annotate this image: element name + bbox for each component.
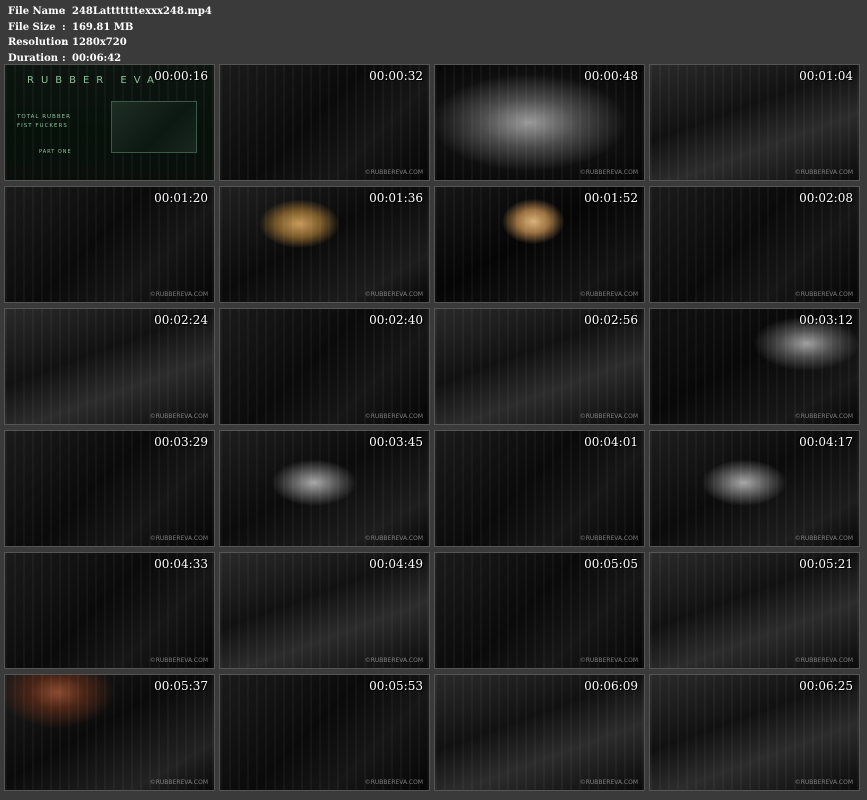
title-card-line: TOTAL RUBBER xyxy=(17,114,71,120)
thumbnail-timestamp: 00:04:33 xyxy=(154,557,208,571)
watermark: ©RUBBEREVA.COM xyxy=(579,535,638,542)
resolution-label: Resolution xyxy=(8,37,69,48)
title-card-logo: RUBBER EVA xyxy=(27,75,161,86)
video-thumbnail[interactable]: ©RUBBEREVA.COM 00:05:05 xyxy=(434,552,645,669)
thumbnail-grid: RUBBER EVA TOTAL RUBBER FIST FUCKERS PART O… xyxy=(4,64,860,791)
watermark: ©RUBBEREVA.COM xyxy=(794,413,853,420)
video-thumbnail[interactable]: ©RUBBEREVA.COM 00:05:37 xyxy=(4,674,215,791)
title-card-lines: TOTAL RUBBER FIST FUCKERS xyxy=(17,113,71,131)
watermark: ©RUBBEREVA.COM xyxy=(364,657,423,664)
thumbnail-timestamp: 00:03:29 xyxy=(154,435,208,449)
video-thumbnail[interactable]: ©RUBBEREVA.COM 00:01:04 xyxy=(649,64,860,181)
watermark: ©RUBBEREVA.COM xyxy=(149,779,208,786)
watermark: ©RUBBEREVA.COM xyxy=(579,779,638,786)
thumbnail-timestamp: 00:03:12 xyxy=(799,313,853,327)
file-name-label: File Name xyxy=(8,6,66,17)
thumbnail-timestamp: 00:04:17 xyxy=(799,435,853,449)
file-size-value: 169.81 MB xyxy=(72,21,134,33)
thumbnail-timestamp: 00:05:37 xyxy=(154,679,208,693)
watermark: ©RUBBEREVA.COM xyxy=(149,291,208,298)
file-info-panel: File Name : 248Latttttttexxx248.mp4 File… xyxy=(8,4,212,66)
file-size-separator: : xyxy=(62,21,66,33)
title-card-image xyxy=(111,101,197,153)
thumbnail-timestamp: 00:00:16 xyxy=(154,69,208,83)
thumbnail-timestamp: 00:01:36 xyxy=(369,191,423,205)
resolution-separator: : xyxy=(62,37,66,48)
video-thumbnail[interactable]: ©RUBBEREVA.COM 00:02:24 xyxy=(4,308,215,425)
watermark: ©RUBBEREVA.COM xyxy=(364,169,423,176)
thumbnail-timestamp: 00:02:56 xyxy=(584,313,638,327)
video-thumbnail[interactable]: ©RUBBEREVA.COM 00:03:12 xyxy=(649,308,860,425)
watermark: ©RUBBEREVA.COM xyxy=(364,779,423,786)
video-thumbnail[interactable]: ©RUBBEREVA.COM 00:01:20 xyxy=(4,186,215,303)
file-size-label: File Size xyxy=(8,21,56,33)
video-thumbnail[interactable]: ©RUBBEREVA.COM 00:05:21 xyxy=(649,552,860,669)
watermark: ©RUBBEREVA.COM xyxy=(579,169,638,176)
watermark: ©RUBBEREVA.COM xyxy=(794,535,853,542)
watermark: ©RUBBEREVA.COM xyxy=(364,413,423,420)
video-thumbnail[interactable]: ©RUBBEREVA.COM 00:04:33 xyxy=(4,552,215,669)
watermark: ©RUBBEREVA.COM xyxy=(794,169,853,176)
watermark: ©RUBBEREVA.COM xyxy=(364,291,423,298)
video-thumbnail[interactable]: ©RUBBEREVA.COM 00:00:32 xyxy=(219,64,430,181)
video-thumbnail[interactable]: ©RUBBEREVA.COM 00:02:56 xyxy=(434,308,645,425)
watermark: ©RUBBEREVA.COM xyxy=(794,291,853,298)
video-thumbnail[interactable]: ©RUBBEREVA.COM 00:04:49 xyxy=(219,552,430,669)
video-thumbnail[interactable]: RUBBER EVA TOTAL RUBBER FIST FUCKERS PART O… xyxy=(4,64,215,181)
title-card-line: FIST FUCKERS xyxy=(17,123,68,129)
watermark: ©RUBBEREVA.COM xyxy=(149,535,208,542)
thumbnail-timestamp: 00:06:09 xyxy=(584,679,638,693)
thumbnail-timestamp: 00:01:20 xyxy=(154,191,208,205)
file-name-value: 248Latttttttexxx248.mp4 xyxy=(72,6,212,17)
video-thumbnail[interactable]: ©RUBBEREVA.COM 00:00:48 xyxy=(434,64,645,181)
video-thumbnail[interactable]: ©RUBBEREVA.COM 00:01:52 xyxy=(434,186,645,303)
video-thumbnail[interactable]: ©RUBBEREVA.COM 00:06:25 xyxy=(649,674,860,791)
video-thumbnail[interactable]: ©RUBBEREVA.COM 00:03:45 xyxy=(219,430,430,547)
video-thumbnail[interactable]: ©RUBBEREVA.COM 00:04:01 xyxy=(434,430,645,547)
watermark: ©RUBBEREVA.COM xyxy=(149,657,208,664)
watermark: ©RUBBEREVA.COM xyxy=(794,657,853,664)
thumbnail-timestamp: 00:05:21 xyxy=(799,557,853,571)
file-name-row: File Name : 248Latttttttexxx248.mp4 xyxy=(8,4,212,20)
video-thumbnail[interactable]: ©RUBBEREVA.COM 00:05:53 xyxy=(219,674,430,791)
video-thumbnail[interactable]: ©RUBBEREVA.COM 00:02:08 xyxy=(649,186,860,303)
thumbnail-timestamp: 00:01:04 xyxy=(799,69,853,83)
video-thumbnail[interactable]: ©RUBBEREVA.COM 00:03:29 xyxy=(4,430,215,547)
watermark: ©RUBBEREVA.COM xyxy=(364,535,423,542)
file-name-separator: : xyxy=(62,6,66,17)
file-size-row: File Size : 169.81 MB xyxy=(8,20,212,36)
watermark: ©RUBBEREVA.COM xyxy=(579,291,638,298)
thumbnail-timestamp: 00:00:32 xyxy=(369,69,423,83)
video-thumbnail[interactable]: ©RUBBEREVA.COM 00:02:40 xyxy=(219,308,430,425)
resolution-value: 1280x720 xyxy=(72,37,127,48)
watermark: ©RUBBEREVA.COM xyxy=(149,413,208,420)
title-card-part: PART ONE xyxy=(39,149,72,155)
thumbnail-timestamp: 00:02:08 xyxy=(799,191,853,205)
watermark: ©RUBBEREVA.COM xyxy=(794,779,853,786)
thumbnail-timestamp: 00:01:52 xyxy=(584,191,638,205)
thumbnail-timestamp: 00:04:49 xyxy=(369,557,423,571)
thumbnail-timestamp: 00:05:05 xyxy=(584,557,638,571)
thumbnail-timestamp: 00:05:53 xyxy=(369,679,423,693)
thumbnail-timestamp: 00:06:25 xyxy=(799,679,853,693)
resolution-row: Resolution : 1280x720 xyxy=(8,35,212,51)
thumbnail-timestamp: 00:02:40 xyxy=(369,313,423,327)
thumbnail-timestamp: 00:03:45 xyxy=(369,435,423,449)
thumbnail-timestamp: 00:02:24 xyxy=(154,313,208,327)
video-thumbnail[interactable]: ©RUBBEREVA.COM 00:04:17 xyxy=(649,430,860,547)
video-thumbnail[interactable]: ©RUBBEREVA.COM 00:01:36 xyxy=(219,186,430,303)
thumbnail-timestamp: 00:00:48 xyxy=(584,69,638,83)
watermark: ©RUBBEREVA.COM xyxy=(579,413,638,420)
thumbnail-timestamp: 00:04:01 xyxy=(584,435,638,449)
video-thumbnail[interactable]: ©RUBBEREVA.COM 00:06:09 xyxy=(434,674,645,791)
watermark: ©RUBBEREVA.COM xyxy=(579,657,638,664)
